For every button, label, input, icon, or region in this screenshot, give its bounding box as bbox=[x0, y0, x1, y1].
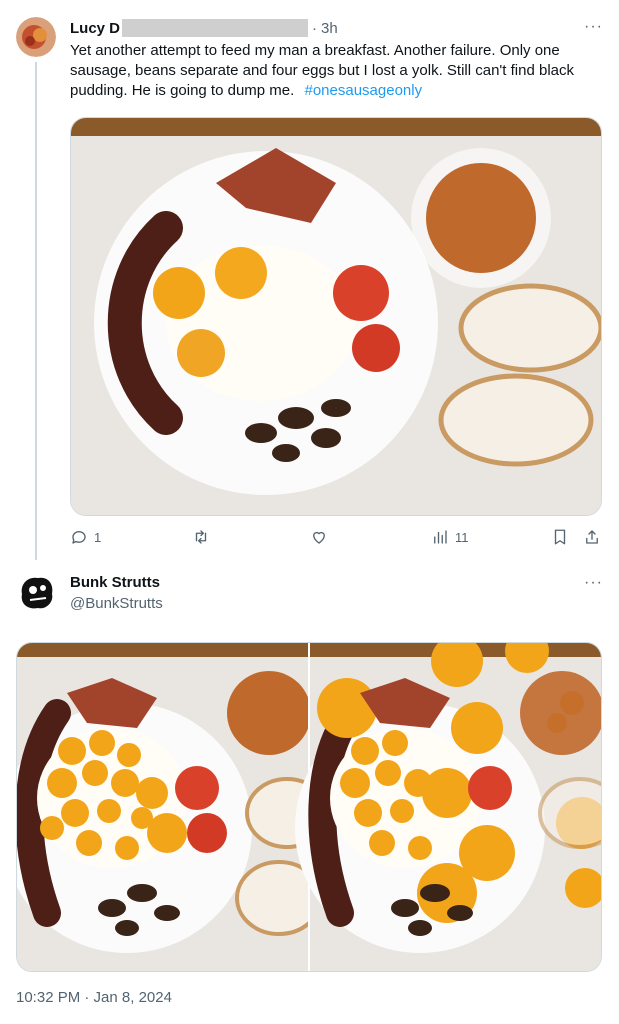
bookmark-icon bbox=[554, 529, 566, 545]
heart-icon bbox=[313, 531, 325, 544]
reply-button[interactable]: 1 bbox=[70, 528, 101, 546]
tweet-timestamp[interactable]: 10:32 PM · Jan 8, 2024 bbox=[16, 989, 172, 1006]
dot-separator: · bbox=[312, 19, 318, 37]
tweet-photo[interactable] bbox=[70, 117, 602, 516]
avatar[interactable] bbox=[16, 572, 58, 614]
author-handle[interactable]: @BunkStrutts bbox=[70, 595, 163, 612]
views-count: 11 bbox=[455, 529, 469, 545]
share-button[interactable] bbox=[583, 528, 601, 546]
retweet-icon bbox=[195, 530, 207, 544]
bookmark-button[interactable] bbox=[551, 528, 569, 546]
more-icon[interactable]: ··· bbox=[584, 18, 603, 36]
views-icon bbox=[434, 530, 447, 544]
thread-line bbox=[35, 62, 37, 560]
tweet-photo-left bbox=[17, 643, 329, 971]
avatar[interactable] bbox=[16, 17, 56, 57]
like-button[interactable] bbox=[310, 528, 328, 546]
tweet-photo-grid bbox=[16, 642, 602, 972]
redacted-block bbox=[122, 19, 309, 37]
hashtag-link[interactable]: #onesausageonly bbox=[304, 82, 422, 99]
tweet-photo-right bbox=[295, 643, 601, 971]
reply-count: 1 bbox=[94, 529, 102, 545]
tweet-time[interactable]: 3h bbox=[321, 20, 338, 37]
author-name[interactable]: Bunk Strutts bbox=[70, 574, 160, 591]
author-name[interactable]: Lucy D bbox=[70, 20, 120, 37]
reply-icon bbox=[72, 531, 86, 544]
more-icon[interactable]: ··· bbox=[584, 574, 603, 592]
views-button[interactable]: 11 bbox=[431, 528, 469, 546]
share-icon bbox=[586, 530, 598, 544]
tweet-text: Yet another attempt to feed my man a bre… bbox=[70, 41, 595, 101]
retweet-button[interactable] bbox=[192, 528, 210, 546]
